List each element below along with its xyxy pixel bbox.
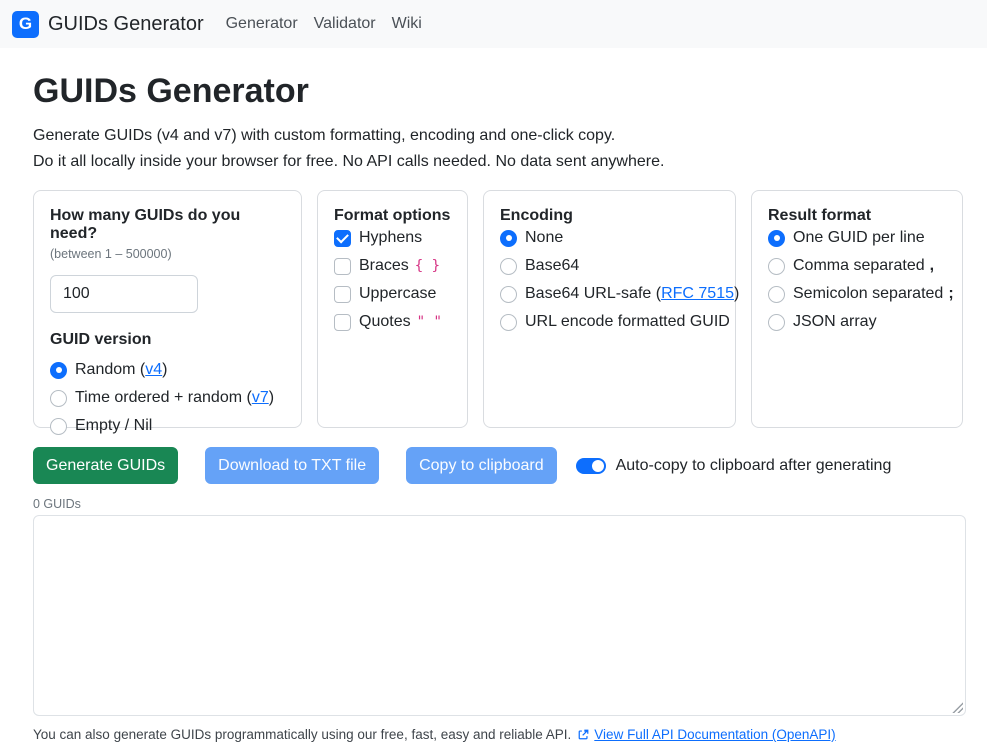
navbar: G GUIDs Generator Generator Validator Wi… xyxy=(0,0,987,48)
radio-time-ordered-v7[interactable] xyxy=(50,390,67,407)
format-option-uppercase: Uppercase xyxy=(334,285,451,303)
options-cards-row: How many GUIDs do you need? (between 1 –… xyxy=(33,190,966,428)
encoding-title: Encoding xyxy=(500,207,719,225)
version-option-label: Time ordered + random (v7) xyxy=(75,389,274,407)
nav-links: Generator Validator Wiki xyxy=(218,7,430,41)
checkbox-hyphens[interactable] xyxy=(334,230,351,247)
rfc-7515-link[interactable]: RFC 7515 xyxy=(661,285,734,302)
version-option-empty-nil: Empty / Nil xyxy=(50,417,285,435)
copy-to-clipboard-button[interactable]: Copy to clipboard xyxy=(406,447,557,484)
nav-link-validator[interactable]: Validator xyxy=(306,7,384,41)
brand-title: GUIDs Generator xyxy=(48,13,204,36)
brand-logo-icon: G xyxy=(12,11,39,38)
page-title: GUIDs Generator xyxy=(33,72,966,111)
radio-encoding-none[interactable] xyxy=(500,230,517,247)
radio-one-guid-per-line[interactable] xyxy=(768,230,785,247)
generate-guids-button[interactable]: Generate GUIDs xyxy=(33,447,178,484)
encoding-option-label: Base64 xyxy=(525,257,579,275)
encoding-option-label: Base64 URL-safe (RFC 7515) xyxy=(525,285,739,303)
guid-version-title: GUID version xyxy=(50,331,285,349)
radio-empty-nil[interactable] xyxy=(50,418,67,435)
version-option-label: Empty / Nil xyxy=(75,417,152,435)
result-format-title: Result format xyxy=(768,207,946,225)
subtitle-line-2: Do it all locally inside your browser fo… xyxy=(33,149,966,175)
radio-encoding-url-encode[interactable] xyxy=(500,314,517,331)
page-subtitle: Generate GUIDs (v4 and v7) with custom f… xyxy=(33,123,966,175)
encoding-card: Encoding None Base64 Base64 URL-safe (RF… xyxy=(483,190,736,428)
encoding-option-label: None xyxy=(525,229,563,247)
encoding-option-url-encode: URL encode formatted GUID xyxy=(500,313,719,331)
radio-encoding-base64-urlsafe[interactable] xyxy=(500,286,517,303)
autocopy-toggle[interactable] xyxy=(576,458,606,474)
result-option-label: One GUID per line xyxy=(793,229,925,247)
format-options-title: Format options xyxy=(334,207,451,225)
result-option-semicolon: Semicolon separated ; xyxy=(768,285,946,303)
comma-symbol: , xyxy=(930,257,934,275)
format-option-hyphens: Hyphens xyxy=(334,229,451,247)
count-range-hint: (between 1 – 500000) xyxy=(50,247,285,261)
brand-link[interactable]: G GUIDs Generator xyxy=(12,11,204,38)
autocopy-toggle-label: Auto-copy to clipboard after generating xyxy=(616,457,892,475)
encoding-option-base64: Base64 xyxy=(500,257,719,275)
encoding-option-none: None xyxy=(500,229,719,247)
braces-code-sample: { } xyxy=(415,258,440,274)
actions-row: Generate GUIDs Download to TXT file Copy… xyxy=(33,447,966,484)
count-card: How many GUIDs do you need? (between 1 –… xyxy=(33,190,302,428)
textarea-resize-grip[interactable] xyxy=(952,702,963,713)
version-option-random-v4: Random (v4) xyxy=(50,361,285,379)
nav-link-wiki[interactable]: Wiki xyxy=(384,7,430,41)
result-option-label: JSON array xyxy=(793,313,877,331)
format-option-label: Braces xyxy=(359,257,409,275)
checkbox-braces[interactable] xyxy=(334,258,351,275)
radio-comma-separated[interactable] xyxy=(768,258,785,275)
download-txt-button[interactable]: Download to TXT file xyxy=(205,447,379,484)
encoding-option-label: URL encode formatted GUID xyxy=(525,313,730,331)
format-option-label: Quotes xyxy=(359,313,411,331)
encoding-option-base64-urlsafe: Base64 URL-safe (RFC 7515) xyxy=(500,285,719,303)
radio-random-v4[interactable] xyxy=(50,362,67,379)
radio-json-array[interactable] xyxy=(768,314,785,331)
external-link-icon xyxy=(577,728,590,741)
subtitle-line-1: Generate GUIDs (v4 and v7) with custom f… xyxy=(33,123,966,149)
guids-output-textarea[interactable] xyxy=(33,515,966,716)
quotes-code-sample: " " xyxy=(417,314,442,330)
semicolon-symbol: ; xyxy=(948,285,953,303)
nav-link-generator[interactable]: Generator xyxy=(218,7,306,41)
output-wrapper xyxy=(33,515,966,716)
result-option-label: Semicolon separated xyxy=(793,285,943,303)
v4-link[interactable]: v4 xyxy=(145,361,162,378)
result-option-json-array: JSON array xyxy=(768,313,946,331)
checkbox-quotes[interactable] xyxy=(334,314,351,331)
format-option-quotes: Quotes " " xyxy=(334,313,451,331)
format-option-label: Uppercase xyxy=(359,285,436,303)
result-format-card: Result format One GUID per line Comma se… xyxy=(751,190,963,428)
guid-count-input[interactable] xyxy=(50,275,198,313)
result-option-comma: Comma separated , xyxy=(768,257,946,275)
version-option-time-ordered-v7: Time ordered + random (v7) xyxy=(50,389,285,407)
format-option-label: Hyphens xyxy=(359,229,422,247)
main-content: GUIDs Generator Generate GUIDs (v4 and v… xyxy=(0,48,987,742)
format-options-card: Format options Hyphens Braces { } Upperc… xyxy=(317,190,468,428)
result-option-label: Comma separated xyxy=(793,257,925,275)
version-option-label: Random (v4) xyxy=(75,361,167,379)
format-option-braces: Braces { } xyxy=(334,257,451,275)
checkbox-uppercase[interactable] xyxy=(334,286,351,303)
result-option-per-line: One GUID per line xyxy=(768,229,946,247)
radio-encoding-base64[interactable] xyxy=(500,258,517,275)
guid-count-status: 0 GUIDs xyxy=(33,497,966,511)
v7-link[interactable]: v7 xyxy=(252,389,269,406)
radio-semicolon-separated[interactable] xyxy=(768,286,785,303)
count-card-title: How many GUIDs do you need? xyxy=(50,207,285,243)
